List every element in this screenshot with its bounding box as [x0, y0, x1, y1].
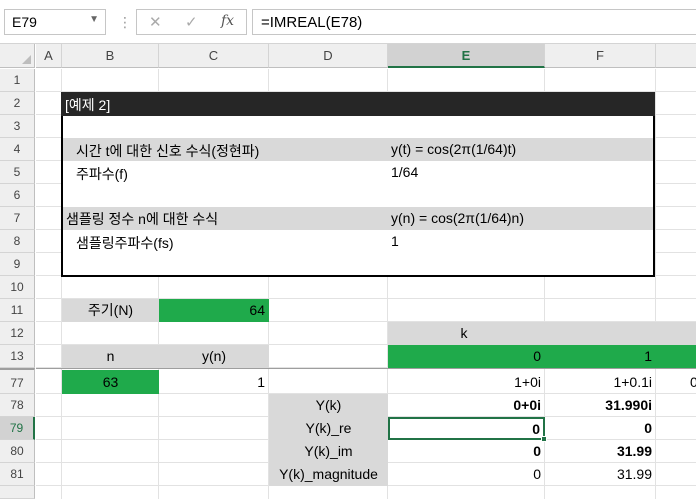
- cell-f79[interactable]: 0: [545, 417, 656, 440]
- cell-e77[interactable]: 1+0i: [388, 370, 545, 394]
- insert-function-icon[interactable]: fx: [221, 13, 234, 29]
- cancel-icon[interactable]: ✕: [149, 13, 162, 31]
- cell-e79-selected[interactable]: 0: [388, 417, 545, 440]
- cell-b5[interactable]: 주파수(f): [76, 164, 128, 184]
- formula-text: =IMREAL(E78): [261, 14, 363, 31]
- row-header-10[interactable]: 10: [0, 276, 35, 299]
- cell-e8[interactable]: 1: [391, 233, 399, 249]
- row-header-11[interactable]: 11: [0, 299, 35, 322]
- row-header-2[interactable]: 2: [0, 92, 35, 115]
- cell-f13[interactable]: 1: [545, 345, 656, 368]
- cell-d78[interactable]: Y(k): [269, 394, 388, 417]
- name-box-value: E79: [12, 14, 37, 30]
- example-title: [예제 2]: [65, 97, 111, 113]
- column-header-e[interactable]: E: [388, 44, 545, 68]
- formula-buttons: ✕ ✓ fx: [136, 9, 247, 35]
- column-header-a[interactable]: A: [36, 44, 62, 68]
- row-header-79[interactable]: 79: [0, 417, 35, 440]
- enter-icon[interactable]: ✓: [185, 13, 198, 31]
- row-header-81[interactable]: 81: [0, 463, 35, 486]
- example-title-bar: [예제 2]: [61, 92, 655, 116]
- cell-e81[interactable]: 0: [388, 463, 545, 486]
- cell-c11[interactable]: 64: [159, 299, 269, 322]
- freeze-pane-divider: [36, 368, 696, 369]
- cell-b7[interactable]: 샘플링 정수 n에 대한 수식: [66, 209, 218, 229]
- cell-e78[interactable]: 0+0i: [388, 394, 545, 417]
- k-label: k: [460, 325, 468, 341]
- cell-b11[interactable]: 주기(N): [62, 299, 159, 322]
- cell-e80[interactable]: 0: [388, 440, 545, 463]
- cell-b77[interactable]: 63: [62, 370, 159, 394]
- row-header-4[interactable]: 4: [0, 138, 35, 161]
- cell-e7[interactable]: y(n) = cos(2π(1/64)n): [391, 210, 524, 226]
- cell-e5[interactable]: 1/64: [391, 164, 418, 180]
- cell-c13[interactable]: y(n): [159, 345, 269, 368]
- row-header-82[interactable]: [0, 486, 35, 499]
- cell-f80[interactable]: 31.99: [545, 440, 656, 463]
- cell-f78[interactable]: 31.990i: [545, 394, 656, 417]
- chevron-down-icon[interactable]: ▼: [89, 14, 99, 25]
- column-header-b[interactable]: B: [62, 44, 159, 68]
- formula-input[interactable]: =IMREAL(E78): [252, 9, 696, 35]
- row-header-13[interactable]: 13: [0, 345, 35, 368]
- cell-f77[interactable]: 1+0.1i: [545, 370, 656, 394]
- row-header-12[interactable]: 12: [0, 322, 35, 345]
- cell-b8[interactable]: 샘플링주파수(fs): [76, 233, 174, 253]
- k-header: k: [388, 322, 696, 345]
- row-header-78[interactable]: 78: [0, 394, 35, 417]
- name-box[interactable]: E79 ▼: [4, 9, 106, 35]
- cell-g77-partial[interactable]: 0: [690, 370, 696, 394]
- cell-d81[interactable]: Y(k)_magnitude: [269, 463, 388, 486]
- cell-d79[interactable]: Y(k)_re: [269, 417, 388, 440]
- column-header-f[interactable]: F: [545, 44, 656, 68]
- row-header-5[interactable]: 5: [0, 161, 35, 184]
- row-header-77[interactable]: 77: [0, 368, 35, 394]
- row-header-3[interactable]: 3: [0, 115, 35, 138]
- column-header-d[interactable]: D: [269, 44, 388, 68]
- row-header-1[interactable]: 1: [0, 69, 35, 92]
- column-header-g[interactable]: [656, 44, 696, 68]
- row-header-8[interactable]: 8: [0, 230, 35, 253]
- cell-b13[interactable]: n: [62, 345, 159, 368]
- cell-e13[interactable]: 0: [388, 345, 545, 368]
- cell-b4[interactable]: 시간 t에 대한 신호 수식(정현파): [76, 141, 259, 161]
- row-header-80[interactable]: 80: [0, 440, 35, 463]
- formula-bar-grip-icon[interactable]: ⋮: [118, 10, 132, 34]
- cell-f81[interactable]: 31.99: [545, 463, 656, 486]
- row-header-7[interactable]: 7: [0, 207, 35, 230]
- cell-g13[interactable]: [656, 345, 696, 368]
- cell-e4[interactable]: y(t) = cos(2π(1/64)t): [391, 141, 516, 157]
- row-header-9[interactable]: 9: [0, 253, 35, 276]
- cell-c77[interactable]: 1: [159, 370, 269, 394]
- select-all-corner[interactable]: [0, 44, 35, 68]
- cell-d80[interactable]: Y(k)_im: [269, 440, 388, 463]
- column-header-c[interactable]: C: [159, 44, 269, 68]
- row-header-6[interactable]: 6: [0, 184, 35, 207]
